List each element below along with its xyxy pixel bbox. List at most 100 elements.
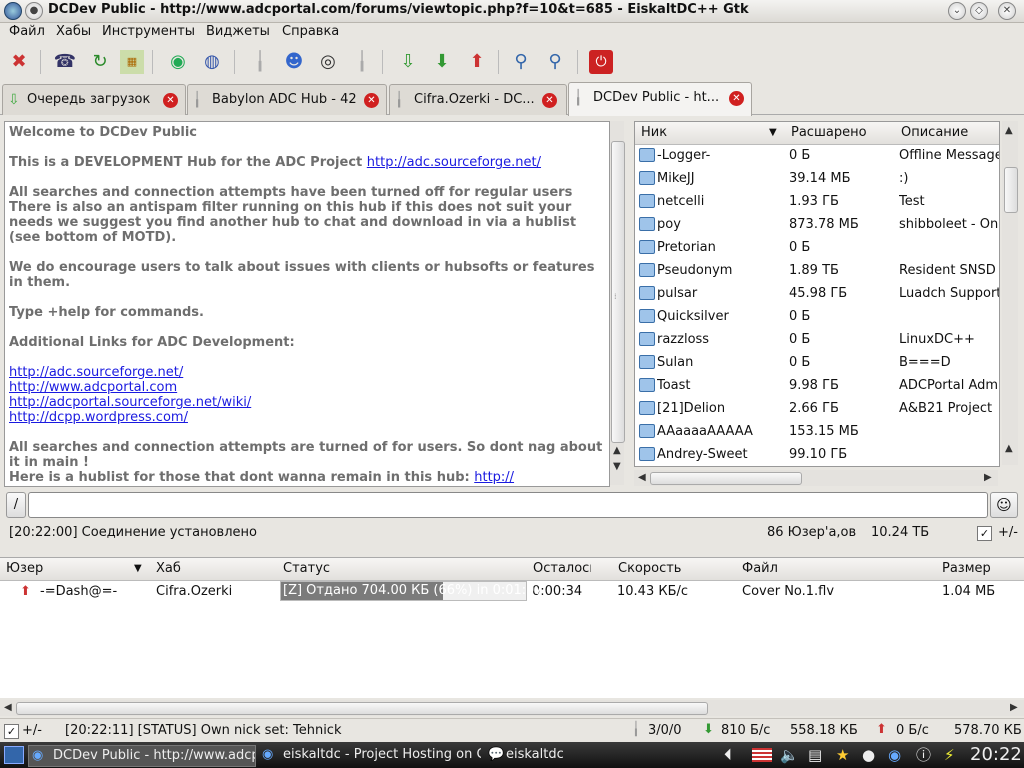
quit-icon[interactable]: ⏻ <box>589 50 613 74</box>
search-icon[interactable]: ⚲ <box>509 50 533 74</box>
scroll-left-icon[interactable]: ◀ <box>638 472 646 483</box>
search-binoculars-icon[interactable]: ◎ <box>316 50 340 74</box>
public-hubs-icon[interactable]: ☎ <box>53 50 77 74</box>
command-button[interactable]: / <box>6 492 26 518</box>
col-nick[interactable]: Ник <box>641 125 667 140</box>
list-item[interactable]: Pretorian 0 Б <box>635 237 999 260</box>
chat-scrollbar[interactable]: ▲ ▼ <box>610 121 625 485</box>
close-tab-icon[interactable]: ✕ <box>729 91 744 106</box>
list-item[interactable]: razzloss 0 Б LinuxDC++ <box>635 329 999 352</box>
pane-divider[interactable] <box>0 549 1024 555</box>
task-chat[interactable]: 💬 eiskaltdc <box>486 745 576 765</box>
col-status[interactable]: Статус <box>283 561 330 576</box>
pane-splitter-handle[interactable]: ⁞ <box>614 292 622 302</box>
tab-download-queue[interactable]: ⇩ Очередь загрузок ✕ <box>2 84 186 115</box>
transfers-list[interactable]: Юзер ▼ Хаб Статус Осталось Скорость Файл… <box>0 557 1024 698</box>
status-toggle-checkbox[interactable]: ✓ <box>4 724 19 739</box>
col-file[interactable]: Файл <box>742 561 778 576</box>
scroll-down-icon[interactable]: ▲ <box>1005 443 1013 454</box>
tab-cifra-ozerki[interactable]: ╽ Cifra.Ozerki - DC... ✕ <box>389 84 567 115</box>
star-icon[interactable]: ★ <box>836 745 849 765</box>
list-item[interactable]: [21]Delion 2.66 ГБ A&B21 Project <box>635 398 999 421</box>
tab-dcdev-public[interactable]: ╽ DCDev Public - ht... ✕ <box>568 82 752 116</box>
scroll-right-icon[interactable]: ▶ <box>984 472 992 483</box>
desktop-icon[interactable] <box>4 746 24 764</box>
tray-globe-icon[interactable]: ◉ <box>888 745 901 765</box>
media-back-icon[interactable]: ⏴ <box>724 745 732 765</box>
maximize-icon[interactable]: ◇ <box>970 2 988 20</box>
scroll-left-icon[interactable]: ◀ <box>4 702 12 713</box>
user-list-hscrollbar[interactable]: ◀ ▶ <box>634 470 998 486</box>
scroll-up-icon[interactable]: ▲ <box>1005 125 1013 136</box>
user-scroll-thumb[interactable] <box>1004 167 1018 213</box>
close-tab-icon[interactable]: ✕ <box>364 93 379 108</box>
chat-messages[interactable]: Welcome to DCDev Public This is a DEVELO… <box>4 121 610 487</box>
volume-icon[interactable]: 🔈 <box>780 745 799 765</box>
transfers-hscrollbar[interactable]: ◀ ▶ <box>0 700 1024 716</box>
adl-search-icon[interactable]: ╽ <box>350 50 374 74</box>
list-item[interactable]: Andrey-Sweet 99.10 ГБ <box>635 444 999 466</box>
list-item[interactable]: Pseudonym 1.89 ТБ Resident SNSD f <box>635 260 999 283</box>
link-adc-sourceforge[interactable]: http://adc.sourceforge.net/ <box>9 365 183 380</box>
battery-icon[interactable]: ⚡ <box>944 745 955 765</box>
dev-hub-link[interactable]: http://adc.sourceforge.net/ <box>367 155 541 170</box>
menu-widgets[interactable]: Виджеты <box>206 24 270 39</box>
list-item[interactable]: MikeJJ 39.14 МБ:) <box>635 168 999 191</box>
tray-app-icon[interactable]: ● <box>862 745 875 765</box>
smiley-icon[interactable]: ☺ <box>990 492 1018 518</box>
col-time-left[interactable]: Осталось <box>533 561 591 576</box>
col-speed[interactable]: Скорость <box>618 561 681 576</box>
settings-tools-icon[interactable]: ✖ <box>7 50 31 74</box>
queue-icon[interactable]: ╽ <box>248 50 272 74</box>
quick-connect-icon[interactable]: ▦ <box>120 50 144 74</box>
link-dcpp-wordpress[interactable]: http://dcpp.wordpress.com/ <box>9 410 188 425</box>
list-item[interactable]: Sulan 0 Б B===D <box>635 352 999 375</box>
globe-icon[interactable]: ◍ <box>200 50 224 74</box>
col-shared[interactable]: Расшарено <box>791 125 867 140</box>
scroll-up-icon[interactable]: ▲ <box>613 445 621 456</box>
transfers-hscroll-thumb[interactable] <box>16 702 708 715</box>
scroll-right-icon[interactable]: ▶ <box>1010 702 1018 713</box>
close-tab-icon[interactable]: ✕ <box>163 93 178 108</box>
col-size[interactable]: Размер <box>942 561 991 576</box>
close-tab-icon[interactable]: ✕ <box>542 93 557 108</box>
scroll-down-icon[interactable]: ▼ <box>613 461 621 472</box>
list-item[interactable]: AAaaaaAAAAA 153.15 МБ <box>635 421 999 444</box>
search-spy-icon[interactable]: ⚲ <box>543 50 567 74</box>
menu-file[interactable]: Файл <box>9 24 45 39</box>
favorite-hubs-icon[interactable]: ◉ <box>166 50 190 74</box>
app-icon[interactable] <box>4 2 22 20</box>
finished-downloads-icon[interactable]: ⬇ <box>430 50 454 74</box>
hublist-link[interactable]: http:// <box>474 470 514 485</box>
list-item[interactable]: poy 873.78 МБ shibboleet - Onl <box>635 214 999 237</box>
sort-chevron-icon[interactable]: ▼ <box>769 127 777 138</box>
reconnect-icon[interactable]: ↻ <box>88 50 112 74</box>
finished-uploads-icon[interactable]: ⬆ <box>465 50 489 74</box>
minimize-icon[interactable]: ⌄ <box>948 2 966 20</box>
col-user[interactable]: Юзер <box>6 561 43 576</box>
info-icon[interactable]: ⓘ <box>916 745 931 765</box>
list-item[interactable]: netcelli 1.93 ГБ Test <box>635 191 999 214</box>
chat-input[interactable] <box>28 492 988 518</box>
link-adcportal-wiki[interactable]: http://adcportal.sourceforge.net/wiki/ <box>9 395 251 410</box>
link-adcportal[interactable]: http://www.adcportal.com <box>9 380 177 395</box>
menu-tools[interactable]: Инструменты <box>102 24 195 39</box>
col-hub[interactable]: Хаб <box>156 561 181 576</box>
tab-babylon-hub[interactable]: ╽ Babylon ADC Hub - 42 ✕ <box>187 84 387 115</box>
task-browser[interactable]: ◉ eiskaltdc - Project Hosting on G <box>259 745 481 765</box>
list-item[interactable]: -Logger- 0 Б Offline Message <box>635 145 999 168</box>
close-window-icon[interactable]: ✕ <box>998 2 1016 20</box>
menu-icon[interactable]: ● <box>25 2 43 20</box>
favorite-users-icon[interactable]: ☻ <box>282 50 306 74</box>
list-item[interactable]: Quicksilver 0 Б <box>635 306 999 329</box>
flag-icon[interactable] <box>752 748 772 762</box>
clipboard-icon[interactable]: ▤ <box>808 745 822 765</box>
hub-toggle-checkbox[interactable]: ✓ <box>977 526 992 541</box>
list-item[interactable]: pulsar 45.98 ГБ Luadch Support <box>635 283 999 306</box>
list-item[interactable]: Toast 9.98 ГБ ADCPortal Admin <box>635 375 999 398</box>
user-list[interactable]: Ник ▼ Расшарено Описание -Logger- 0 Б Offl… <box>634 121 1000 467</box>
sort-chevron-icon[interactable]: ▼ <box>134 563 142 574</box>
col-description[interactable]: Описание <box>901 125 968 140</box>
user-list-vscrollbar[interactable]: ▲ ▲ <box>1002 121 1018 465</box>
download-queue-icon[interactable]: ⇩ <box>396 50 420 74</box>
